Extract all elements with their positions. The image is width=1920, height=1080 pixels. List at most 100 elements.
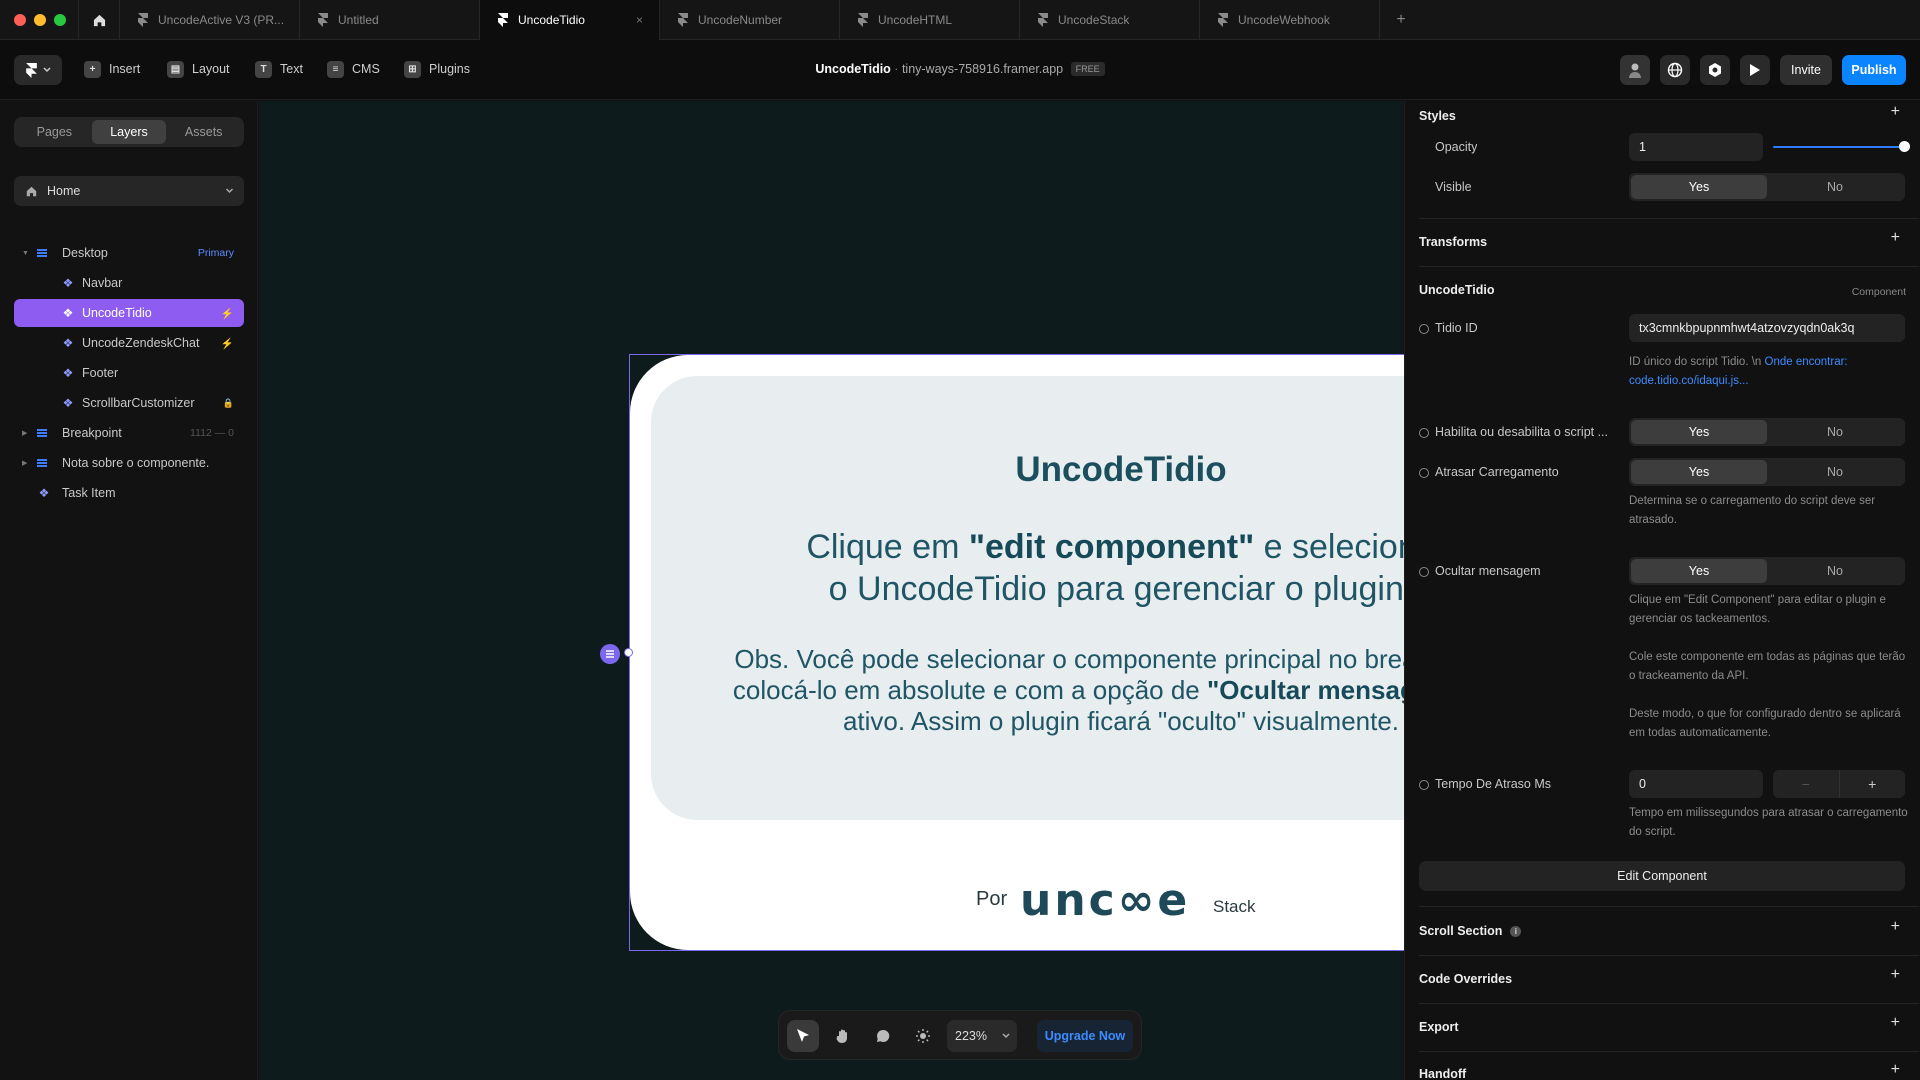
edit-component-button[interactable]: Edit Component <box>1419 861 1905 891</box>
tab-uncodenumber[interactable]: UncodeNumber <box>660 0 840 40</box>
add-style-icon[interactable]: + <box>1891 103 1900 121</box>
tab-uncodetidio[interactable]: UncodeTidio × <box>480 0 660 40</box>
tab-uncodeactive[interactable]: UncodeActive V3 (PR... <box>120 0 300 40</box>
component-icon: ❖ <box>62 306 74 320</box>
framer-icon <box>138 13 148 27</box>
sun-icon <box>916 1029 930 1043</box>
enable-no[interactable]: No <box>1767 420 1903 444</box>
layer-task-item[interactable]: ❖ Task Item <box>14 479 244 507</box>
layer-nota[interactable]: ▶ Nota sobre o componente. <box>14 449 244 477</box>
increment-button[interactable]: + <box>1838 770 1906 798</box>
comment-icon <box>877 1029 890 1042</box>
tab-assets[interactable]: Assets <box>166 120 241 144</box>
styles-section-title[interactable]: Styles <box>1419 109 1456 123</box>
layer-navbar[interactable]: ❖ Navbar <box>14 269 244 297</box>
publish-button[interactable]: Publish <box>1842 55 1906 85</box>
lightning-icon: ⚡ <box>220 337 234 350</box>
enable-yes[interactable]: Yes <box>1631 420 1767 444</box>
close-window-button[interactable] <box>14 14 26 26</box>
tidio-id-input[interactable]: tx3cmnkbpupnmhwt4atzovzyqdn0ak3q <box>1629 314 1905 342</box>
maximize-window-button[interactable] <box>54 14 66 26</box>
expand-caret-icon[interactable]: ▼ <box>22 250 29 257</box>
layer-footer[interactable]: ❖ Footer <box>14 359 244 387</box>
minimize-window-button[interactable] <box>34 14 46 26</box>
code-overrides-title[interactable]: Code Overrides <box>1419 972 1512 986</box>
tab-label: UncodeActive V3 (PR... <box>158 13 285 27</box>
hide-message-description-2: Cole este componente em todas as páginas… <box>1629 651 1906 682</box>
tab-layers[interactable]: Layers <box>91 120 167 144</box>
tab-pages[interactable]: Pages <box>17 120 92 144</box>
layer-desktop[interactable]: ▼ Desktop Primary <box>14 239 244 267</box>
add-code-override-icon[interactable]: + <box>1891 966 1900 984</box>
scroll-section-title[interactable]: Scroll Section i <box>1419 924 1522 938</box>
expand-caret-icon[interactable]: ▶ <box>22 429 27 437</box>
layer-label: UncodeTidio <box>82 306 152 320</box>
frame-icon <box>36 457 48 469</box>
tab-label: UncodeStack <box>1058 13 1130 27</box>
enable-script-toggle[interactable]: Yes No <box>1629 418 1905 446</box>
user-avatar[interactable] <box>1620 55 1650 85</box>
lock-icon[interactable]: 🔒 <box>223 398 234 409</box>
enable-script-label: Habilita ou desabilita o script ... <box>1419 425 1608 439</box>
add-transform-icon[interactable]: + <box>1891 229 1900 247</box>
delay-ms-input[interactable]: 0 <box>1629 770 1763 798</box>
export-title[interactable]: Export <box>1419 1020 1459 1034</box>
tab-untitled[interactable]: Untitled <box>300 0 480 40</box>
expand-caret-icon[interactable]: ▶ <box>22 459 27 467</box>
home-tab[interactable] <box>78 0 120 40</box>
page-select-value: Home <box>47 184 81 198</box>
delay-yes[interactable]: Yes <box>1631 460 1767 484</box>
add-handoff-icon[interactable]: + <box>1891 1061 1900 1079</box>
properties-panel: Styles + Opacity 1 Visible Yes No Transf… <box>1404 101 1920 1080</box>
frame-icon <box>36 427 48 439</box>
page-select[interactable]: Home <box>14 176 244 206</box>
hide-no[interactable]: No <box>1767 559 1903 583</box>
theme-toggle-button[interactable] <box>907 1020 939 1052</box>
new-tab-button[interactable]: + <box>1388 0 1414 40</box>
delay-ms-stepper[interactable]: − + <box>1773 770 1905 798</box>
visible-yes[interactable]: Yes <box>1631 175 1767 199</box>
hand-tool-button[interactable] <box>827 1020 859 1052</box>
handoff-title[interactable]: Handoff <box>1419 1067 1466 1080</box>
hide-yes[interactable]: Yes <box>1631 559 1767 583</box>
tab-uncodestack[interactable]: UncodeStack <box>1020 0 1200 40</box>
tab-uncodehtml[interactable]: UncodeHTML <box>840 0 1020 40</box>
decrement-button[interactable]: − <box>1773 770 1839 798</box>
site-settings-button[interactable] <box>1660 55 1690 85</box>
layer-uncodezendeskchat[interactable]: ❖ UncodeZendeskChat ⚡ <box>14 329 244 357</box>
visible-toggle[interactable]: Yes No <box>1629 173 1905 201</box>
opacity-input[interactable]: 1 <box>1629 133 1763 161</box>
hide-message-toggle[interactable]: Yes No <box>1629 557 1905 585</box>
upgrade-button[interactable]: Upgrade Now <box>1037 1020 1133 1052</box>
component-icon: ❖ <box>62 366 74 380</box>
panel-tabs: Pages Layers Assets <box>14 117 244 147</box>
layer-scrollbarcustomizer[interactable]: ❖ ScrollbarCustomizer 🔒 <box>14 389 244 417</box>
chevron-down-icon <box>1002 1033 1010 1039</box>
globe-icon <box>1667 62 1683 78</box>
layer-uncodetidio[interactable]: ❖ UncodeTidio ⚡ <box>14 299 244 327</box>
invite-button[interactable]: Invite <box>1780 55 1832 85</box>
close-tab-icon[interactable]: × <box>636 13 643 27</box>
hide-message-label: Ocultar mensagem <box>1419 564 1541 578</box>
delay-no[interactable]: No <box>1767 460 1903 484</box>
home-icon <box>93 14 105 26</box>
visible-no[interactable]: No <box>1767 175 1903 199</box>
transforms-section-title[interactable]: Transforms <box>1419 235 1487 249</box>
opacity-slider-knob[interactable] <box>1899 141 1910 152</box>
canvas[interactable]: UncodeTidio Clique em "edit component" e… <box>259 101 1617 1080</box>
add-export-icon[interactable]: + <box>1891 1014 1900 1032</box>
breakpoint-range: 1112 — 0 <box>190 427 234 439</box>
preview-button[interactable] <box>1740 55 1770 85</box>
tab-uncodewebhook[interactable]: UncodeWebhook <box>1200 0 1380 40</box>
layer-breakpoint[interactable]: ▶ Breakpoint 1112 — 0 <box>14 419 244 447</box>
zoom-select[interactable]: 223% <box>947 1020 1017 1052</box>
resize-handle-left[interactable] <box>624 648 633 657</box>
opacity-slider[interactable] <box>1773 146 1901 148</box>
info-icon[interactable]: i <box>1510 926 1522 937</box>
stack-direction-icon[interactable] <box>600 644 620 664</box>
settings-button[interactable] <box>1700 55 1730 85</box>
add-scroll-section-icon[interactable]: + <box>1891 918 1900 936</box>
select-tool-button[interactable] <box>787 1020 819 1052</box>
comment-tool-button[interactable] <box>867 1020 899 1052</box>
delay-loading-toggle[interactable]: Yes No <box>1629 458 1905 486</box>
